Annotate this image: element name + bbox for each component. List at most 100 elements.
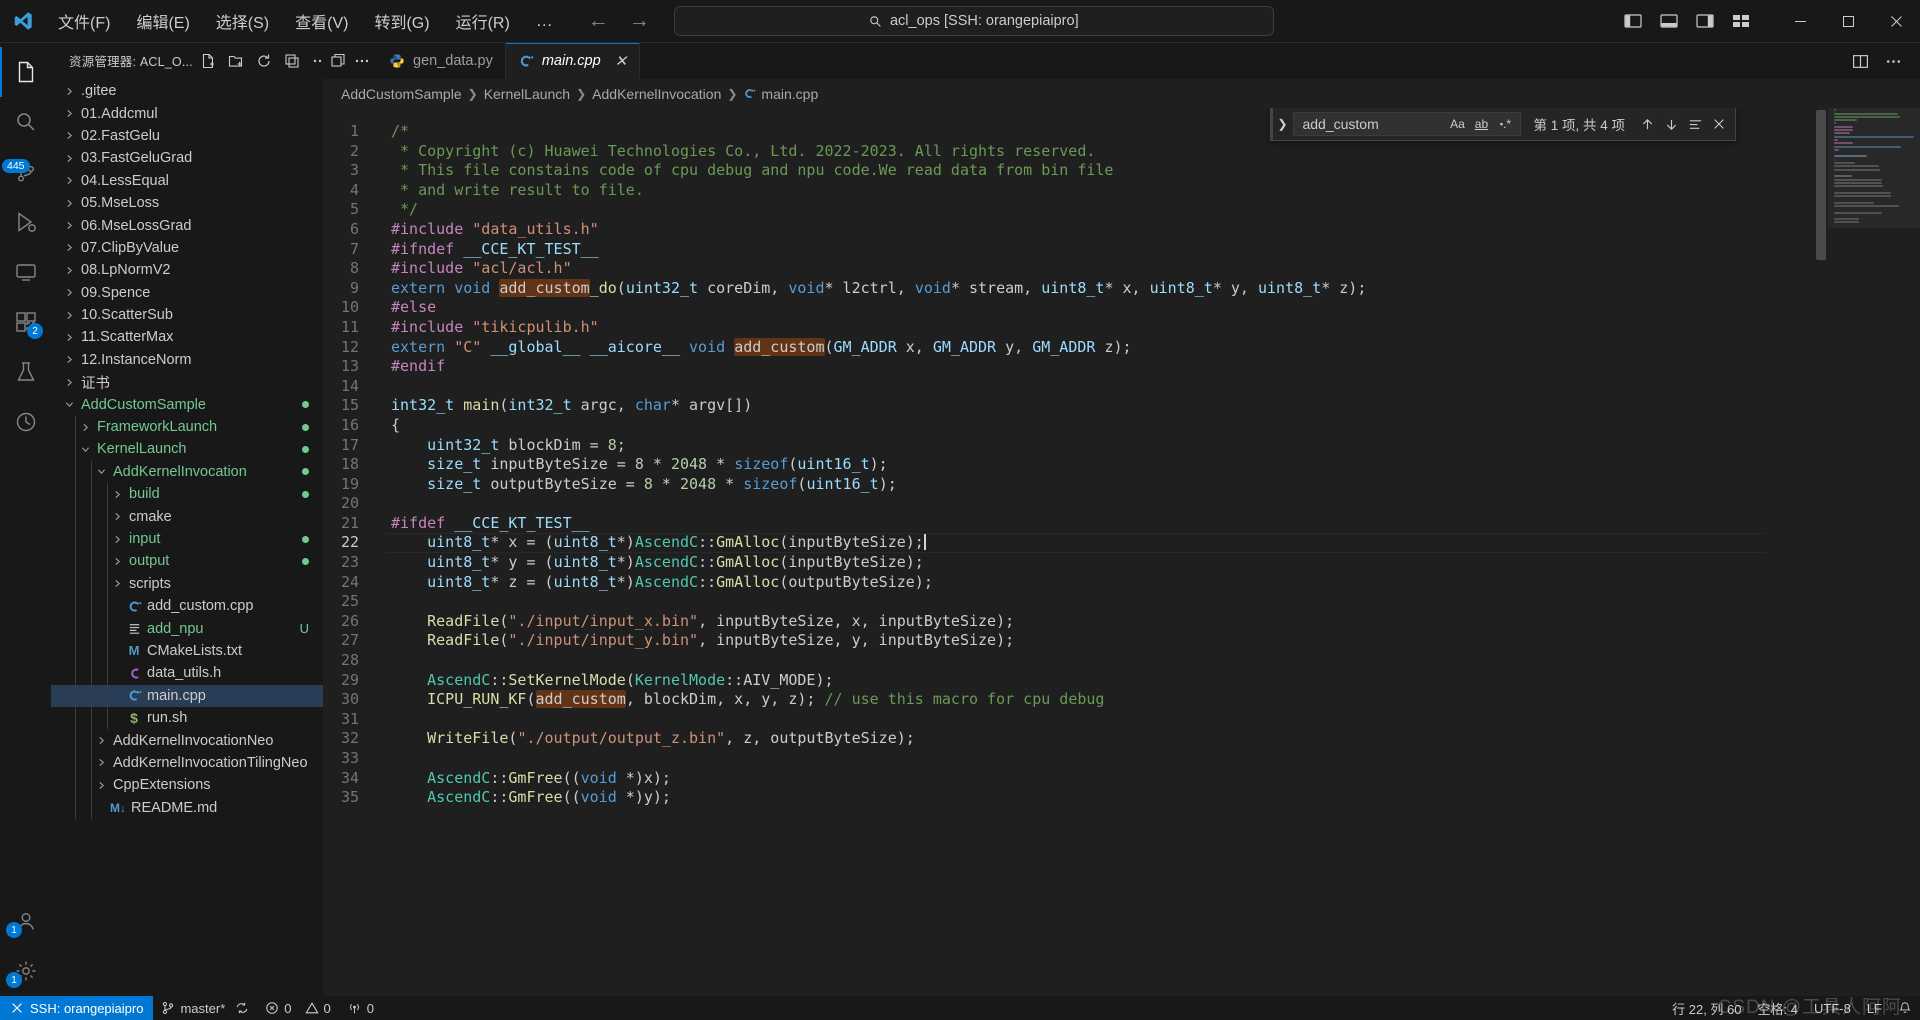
activity-bar-item-extensions[interactable]: 2 xyxy=(0,297,51,347)
refresh-icon[interactable] xyxy=(253,50,275,72)
split-editor-right-icon[interactable] xyxy=(1852,53,1869,70)
code-line[interactable]: 17 uint32_t blockDim = 8; xyxy=(323,436,1828,456)
tree-item-06-mselossgrad[interactable]: 06.MseLossGrad xyxy=(51,214,323,236)
status-indentation[interactable]: 空格: 4 xyxy=(1750,996,1806,1020)
code-line[interactable]: 21 #ifdef __CCE_KT_TEST__ xyxy=(323,514,1828,534)
code-line[interactable]: 23 uint8_t* y = (uint8_t*)AscendC::GmAll… xyxy=(323,553,1828,573)
activity-bar-item-settings[interactable]: 1 xyxy=(0,946,51,996)
code-line[interactable]: 34 AscendC::GmFree((void *)x); xyxy=(323,769,1828,789)
tree-item-addcustomsample[interactable]: AddCustomSample xyxy=(51,393,323,415)
code-line[interactable]: 22 uint8_t* x = (uint8_t*)AscendC::GmAll… xyxy=(323,533,1828,553)
code-line[interactable]: 18 size_t inputByteSize = 8 * 2048 * siz… xyxy=(323,455,1828,475)
activity-bar-item-run-debug[interactable] xyxy=(0,197,51,247)
status-remote-indicator[interactable]: SSH: orangepiaipro xyxy=(0,996,154,1020)
code-line[interactable]: 16 { xyxy=(323,416,1828,436)
status-branch[interactable]: master* xyxy=(153,996,257,1020)
tree-item-data-utils-h[interactable]: data_utils.h xyxy=(51,662,323,685)
status-ports[interactable]: 0 xyxy=(339,996,382,1020)
tree-item-add-custom-cpp[interactable]: add_custom.cpp xyxy=(51,594,323,618)
editor-more-actions-icon[interactable] xyxy=(1885,53,1902,70)
tree-item-cppextensions[interactable]: CppExtensions xyxy=(51,774,323,797)
code-line[interactable]: 12 extern "C" __global__ __aicore__ void … xyxy=(323,337,1828,358)
window-minimize-button[interactable] xyxy=(1776,0,1824,43)
find-next-icon[interactable] xyxy=(1659,112,1683,136)
toggle-panel-icon[interactable] xyxy=(1660,13,1678,29)
tree-item-input[interactable]: input xyxy=(51,527,323,551)
activity-bar-item-accounts[interactable]: 1 xyxy=(0,896,51,946)
code-line[interactable]: 24 uint8_t* z = (uint8_t*)AscendC::GmAll… xyxy=(323,573,1828,593)
tree-item-10-scattersub[interactable]: 10.ScatterSub xyxy=(51,304,323,326)
new-file-icon[interactable] xyxy=(197,50,219,72)
code-line[interactable]: 14 xyxy=(323,377,1828,397)
menu-go[interactable]: 转到(G) xyxy=(362,5,441,37)
activity-bar-item-source-control[interactable]: 445 xyxy=(0,147,51,197)
tab-gen-data-py[interactable]: gen_data.py xyxy=(377,43,506,79)
code-line[interactable]: 19 size_t outputByteSize = 8 * 2048 * si… xyxy=(323,475,1828,495)
code-line[interactable]: 11 #include "tikicpulib.h" xyxy=(323,318,1828,338)
toggle-primary-sidebar-icon[interactable] xyxy=(1624,13,1642,29)
tree-item-03-fastgelugrad[interactable]: 03.FastGeluGrad xyxy=(51,147,323,169)
code-line[interactable]: 27 ReadFile("./input/input_y.bin", input… xyxy=(323,631,1828,651)
tree-item-kernellaunch[interactable]: KernelLaunch xyxy=(51,438,323,461)
tree-item-04-lessequal[interactable]: 04.LessEqual xyxy=(51,170,323,192)
window-close-button[interactable] xyxy=(1872,0,1920,43)
sync-icon[interactable] xyxy=(235,1001,249,1015)
whole-word-icon[interactable]: ab xyxy=(1470,114,1492,134)
tree-item-frameworklaunch[interactable]: FrameworkLaunch xyxy=(51,415,323,439)
breadcrumb-item-3[interactable]: main.cpp xyxy=(743,86,818,102)
tree-item-12-instancenorm[interactable]: 12.InstanceNorm xyxy=(51,349,323,371)
code-line[interactable]: 5 */ xyxy=(323,200,1828,220)
code-line[interactable]: 3 * This file constains code of cpu debu… xyxy=(323,161,1828,181)
tree-item-cmake[interactable]: cmake xyxy=(51,505,323,528)
status-eol[interactable]: LF xyxy=(1859,996,1890,1020)
menu-run[interactable]: 运行(R) xyxy=(444,5,522,37)
toggle-replace-icon[interactable]: ❯ xyxy=(1271,117,1293,131)
customize-layout-icon[interactable] xyxy=(1732,13,1750,29)
collapse-all-icon[interactable] xyxy=(281,50,303,72)
breadcrumb-item-0[interactable]: AddCustomSample xyxy=(341,86,462,102)
forward-arrow-icon[interactable]: → xyxy=(629,9,650,33)
tree-item-gitee[interactable]: .gitee xyxy=(51,80,323,102)
tree-item-07-clipbyvalue[interactable]: 07.ClipByValue xyxy=(51,237,323,259)
menu-selection[interactable]: 选择(S) xyxy=(204,5,281,37)
code-line[interactable]: 20 xyxy=(323,494,1828,514)
activity-bar-item-explorer[interactable] xyxy=(0,47,51,97)
code-line[interactable]: 33 xyxy=(323,749,1828,769)
tabs-more-actions-icon[interactable] xyxy=(354,53,370,69)
code-line[interactable]: 8 #include "acl/acl.h" xyxy=(323,259,1828,279)
window-maximize-button[interactable] xyxy=(1824,0,1872,43)
breadcrumb-item-2[interactable]: AddKernelInvocation xyxy=(592,86,721,102)
tree-item-[interactable]: 证书 xyxy=(51,371,323,393)
code-line[interactable]: 25 xyxy=(323,592,1828,612)
code-line[interactable]: 35 AscendC::GmFree((void *)y); xyxy=(323,788,1828,808)
tree-item-01-addcmul[interactable]: 01.Addcmul xyxy=(51,102,323,124)
tree-item-cmakelists-txt[interactable]: M CMakeLists.txt xyxy=(51,639,323,663)
match-case-icon[interactable]: Aa xyxy=(1446,114,1468,134)
split-editor-icon[interactable] xyxy=(330,53,346,69)
tab-close-icon[interactable]: ✕ xyxy=(615,52,628,70)
code-line[interactable]: 10 #else xyxy=(323,298,1828,318)
menu-file[interactable]: 文件(F) xyxy=(46,5,122,37)
command-center[interactable]: acl_ops [SSH: orangepiaipro] xyxy=(673,6,1274,36)
minimap[interactable] xyxy=(1828,108,1920,996)
tab-main-cpp[interactable]: main.cpp ✕ xyxy=(505,43,641,79)
find-close-icon[interactable] xyxy=(1707,112,1731,136)
menu-view[interactable]: 查看(V) xyxy=(283,5,360,37)
tree-item-11-scattermax[interactable]: 11.ScatterMax xyxy=(51,326,323,348)
menu-edit[interactable]: 编辑(E) xyxy=(124,5,201,37)
activity-bar-item-search[interactable] xyxy=(0,97,51,147)
tree-item-08-lpnormv2[interactable]: 08.LpNormV2 xyxy=(51,259,323,281)
tree-item-05-mseloss[interactable]: 05.MseLoss xyxy=(51,192,323,214)
code-line[interactable]: 28 xyxy=(323,651,1828,671)
code-line[interactable]: 32 WriteFile("./output/output_z.bin", z,… xyxy=(323,729,1828,749)
file-tree[interactable]: .gitee 01.Addcmul 02.FastGelu 03.FastGeluGr… xyxy=(51,78,323,996)
code-line[interactable]: 2 * Copyright (c) Huawei Technologies Co… xyxy=(323,142,1828,162)
status-problems[interactable]: 0 0 xyxy=(257,996,338,1020)
new-folder-icon[interactable] xyxy=(225,50,247,72)
tree-item-scripts[interactable]: scripts xyxy=(51,572,323,595)
code-line[interactable]: 6 #include "data_utils.h" xyxy=(323,220,1828,240)
code-lines[interactable]: 1 /* 2 * Copyright (c) Huawei Technologies… xyxy=(323,108,1828,808)
tree-item-output[interactable]: output xyxy=(51,550,323,573)
back-arrow-icon[interactable]: ← xyxy=(588,9,609,33)
toggle-secondary-sidebar-icon[interactable] xyxy=(1696,13,1714,29)
